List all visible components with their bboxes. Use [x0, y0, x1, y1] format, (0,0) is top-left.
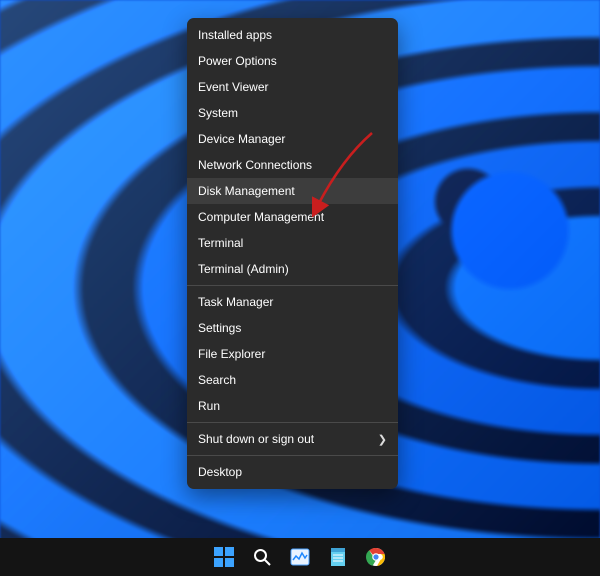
- start-button[interactable]: [213, 546, 235, 568]
- winx-context-menu: Installed apps Power Options Event Viewe…: [187, 18, 398, 489]
- menu-item-settings[interactable]: Settings: [187, 315, 398, 341]
- menu-item-label: Search: [198, 373, 236, 387]
- taskbar-app-notepad[interactable]: [327, 546, 349, 568]
- menu-item-installed-apps[interactable]: Installed apps: [187, 22, 398, 48]
- menu-separator: [187, 455, 398, 456]
- menu-item-label: Settings: [198, 321, 241, 335]
- menu-item-network-connections[interactable]: Network Connections: [187, 152, 398, 178]
- menu-item-label: Disk Management: [198, 184, 295, 198]
- chrome-icon: [366, 547, 386, 567]
- menu-item-label: Device Manager: [198, 132, 285, 146]
- menu-item-label: Desktop: [198, 465, 242, 479]
- menu-item-terminal[interactable]: Terminal: [187, 230, 398, 256]
- menu-item-terminal-admin[interactable]: Terminal (Admin): [187, 256, 398, 282]
- menu-item-label: Task Manager: [198, 295, 273, 309]
- menu-item-label: Run: [198, 399, 220, 413]
- notepad-icon: [328, 547, 348, 567]
- menu-item-label: Power Options: [198, 54, 277, 68]
- menu-item-desktop[interactable]: Desktop: [187, 459, 398, 485]
- menu-item-run[interactable]: Run: [187, 393, 398, 419]
- menu-item-label: Terminal: [198, 236, 243, 250]
- menu-item-label: System: [198, 106, 238, 120]
- taskbar-app-taskmanager[interactable]: [289, 546, 311, 568]
- menu-item-search[interactable]: Search: [187, 367, 398, 393]
- menu-separator: [187, 422, 398, 423]
- menu-item-shut-down-or-sign-out[interactable]: Shut down or sign out ❯: [187, 426, 398, 452]
- menu-item-label: Terminal (Admin): [198, 262, 289, 276]
- menu-item-label: Shut down or sign out: [198, 432, 314, 446]
- search-icon: [252, 547, 272, 567]
- menu-item-label: Event Viewer: [198, 80, 268, 94]
- menu-item-file-explorer[interactable]: File Explorer: [187, 341, 398, 367]
- menu-separator: [187, 285, 398, 286]
- task-manager-icon: [290, 547, 310, 567]
- menu-item-system[interactable]: System: [187, 100, 398, 126]
- windows-logo-icon: [214, 547, 234, 567]
- taskbar-search-button[interactable]: [251, 546, 273, 568]
- chevron-right-icon: ❯: [378, 433, 387, 446]
- menu-item-event-viewer[interactable]: Event Viewer: [187, 74, 398, 100]
- menu-item-disk-management[interactable]: Disk Management: [187, 178, 398, 204]
- taskbar: [0, 538, 600, 576]
- menu-item-power-options[interactable]: Power Options: [187, 48, 398, 74]
- menu-item-label: Installed apps: [198, 28, 272, 42]
- menu-item-computer-management[interactable]: Computer Management: [187, 204, 398, 230]
- menu-item-label: Network Connections: [198, 158, 312, 172]
- menu-item-label: Computer Management: [198, 210, 324, 224]
- menu-item-device-manager[interactable]: Device Manager: [187, 126, 398, 152]
- menu-item-label: File Explorer: [198, 347, 265, 361]
- taskbar-app-chrome[interactable]: [365, 546, 387, 568]
- menu-item-task-manager[interactable]: Task Manager: [187, 289, 398, 315]
